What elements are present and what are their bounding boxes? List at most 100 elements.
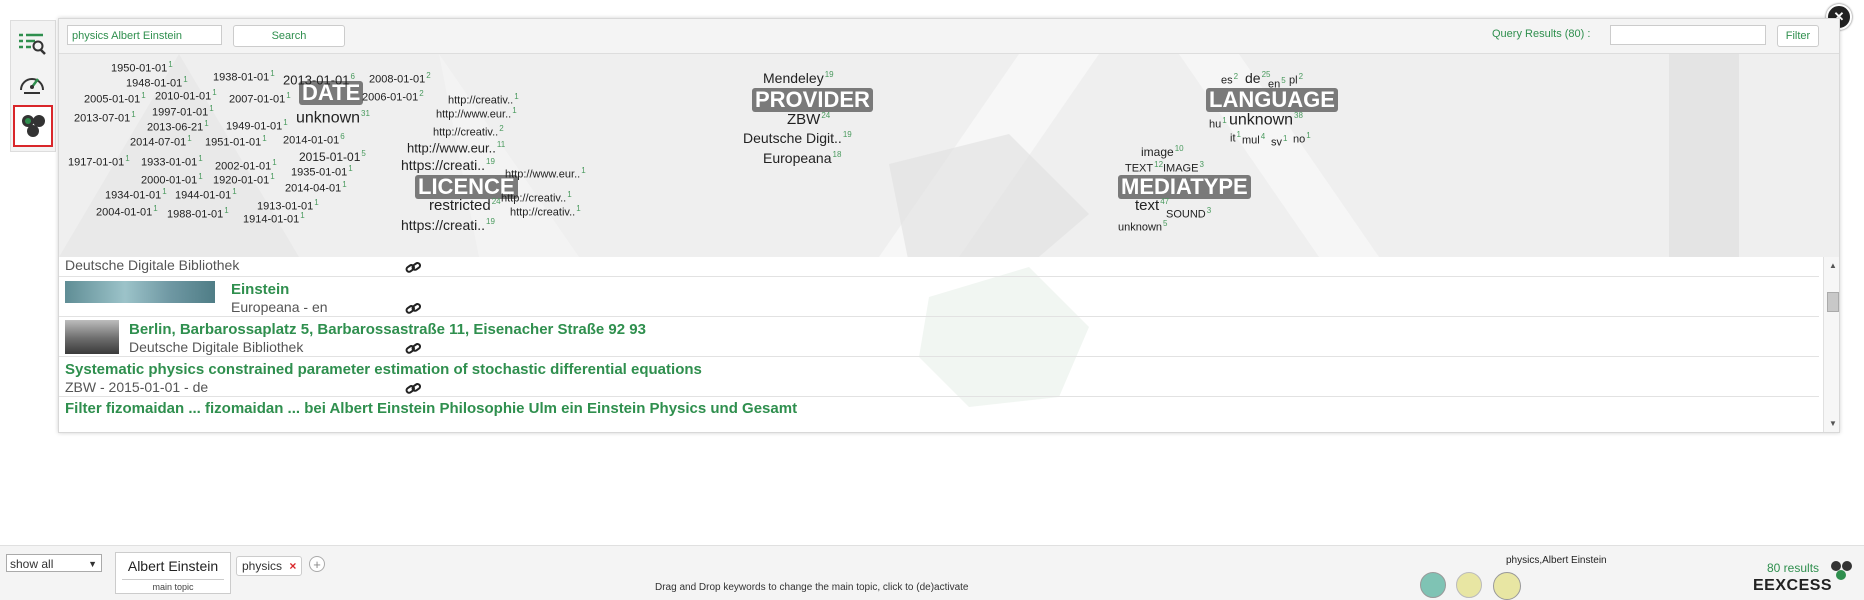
tag[interactable]: image10 xyxy=(1141,145,1184,159)
tag[interactable]: IMAGE3 xyxy=(1163,161,1204,175)
tag[interactable]: 1988-01-011 xyxy=(167,207,229,221)
tag[interactable]: 1951-01-011 xyxy=(205,135,267,149)
tag[interactable]: 1944-01-011 xyxy=(175,188,237,202)
tag[interactable]: 2013-01-016 xyxy=(283,73,355,87)
tag[interactable]: http://creativ..2 xyxy=(433,125,504,139)
link-chain-icon[interactable] xyxy=(405,302,421,316)
tag[interactable]: 2010-01-011 xyxy=(155,89,217,103)
filter-button[interactable]: Filter xyxy=(1777,25,1819,47)
tag[interactable]: en5 xyxy=(1268,77,1286,91)
tag[interactable]: 1933-01-011 xyxy=(141,155,203,169)
link-chain-icon[interactable] xyxy=(405,342,421,356)
tag[interactable]: hu1 xyxy=(1209,117,1227,131)
keyword-chip[interactable]: physics × xyxy=(236,556,303,576)
tag[interactable]: 2014-04-011 xyxy=(285,181,347,195)
scrollbar-thumb[interactable] xyxy=(1827,292,1839,312)
result-item[interactable]: Einstein Europeana - en xyxy=(59,277,1819,317)
facet-provider[interactable]: PROVIDER xyxy=(752,88,873,112)
tag[interactable]: http://creativ..1 xyxy=(510,205,581,219)
results-panel: physics Albert Einstein Search Query Res… xyxy=(58,18,1840,433)
result-title[interactable]: Systematic physics constrained parameter… xyxy=(65,361,702,378)
show-select-value: show all xyxy=(10,557,54,571)
history-dot[interactable] xyxy=(1420,572,1446,598)
main-topic-caption: main topic xyxy=(122,579,224,592)
tag[interactable]: 2013-06-211 xyxy=(147,120,209,134)
tag[interactable]: 2004-01-011 xyxy=(96,205,158,219)
result-item[interactable]: Systematic physics constrained parameter… xyxy=(59,357,1819,397)
tag[interactable]: mul4 xyxy=(1242,133,1265,147)
tag[interactable]: https://creati..19 xyxy=(401,218,495,232)
tag[interactable]: 1935-01-011 xyxy=(291,165,353,179)
tag[interactable]: 2000-01-011 xyxy=(141,173,203,187)
tag[interactable]: TEXT12 xyxy=(1125,161,1163,175)
tag[interactable]: unknown31 xyxy=(296,110,370,126)
tag[interactable]: 1913-01-011 xyxy=(257,199,319,213)
show-filter-select[interactable]: show all ▼ xyxy=(6,554,102,572)
tag[interactable]: http://www.eur..11 xyxy=(407,141,505,155)
tag[interactable]: unknown38 xyxy=(1229,112,1303,128)
tag[interactable]: 2005-01-011 xyxy=(84,92,146,106)
tag[interactable]: pl2 xyxy=(1289,73,1303,87)
search-button[interactable]: Search xyxy=(233,25,345,47)
tag[interactable]: 1920-01-011 xyxy=(213,173,275,187)
facet-mediatype[interactable]: MEDIATYPE xyxy=(1118,175,1251,199)
tag[interactable]: no1 xyxy=(1293,132,1311,146)
result-item[interactable]: Filter fizomaidan ... fizomaidan ... bei… xyxy=(59,397,1819,432)
link-chain-icon[interactable] xyxy=(405,382,421,396)
scroll-up-arrow-icon[interactable]: ▲ xyxy=(1829,261,1837,270)
tag[interactable]: http://www.eur..1 xyxy=(436,107,517,121)
tag[interactable]: es2 xyxy=(1221,73,1238,87)
facet-language[interactable]: LANGUAGE xyxy=(1206,88,1338,112)
result-item[interactable]: Deutsche Digitale Bibliothek xyxy=(59,257,1819,277)
tag[interactable]: 1948-01-011 xyxy=(126,76,188,90)
result-item[interactable]: Berlin, Barbarossaplatz 5, Barbarossastr… xyxy=(59,317,1819,357)
link-chain-icon[interactable] xyxy=(405,261,421,275)
tag[interactable]: 2006-01-012 xyxy=(362,90,424,104)
tag[interactable]: sv1 xyxy=(1271,135,1287,149)
tag[interactable]: https://creati..19 xyxy=(401,158,495,172)
history-dot-active[interactable] xyxy=(1493,572,1521,600)
add-keyword-button[interactable]: + xyxy=(309,556,325,572)
tag[interactable]: it1 xyxy=(1230,131,1241,145)
tag[interactable]: 2008-01-012 xyxy=(369,72,431,86)
tag[interactable]: Deutsche Digit..19 xyxy=(743,131,852,145)
main-topic-box[interactable]: Albert Einstein main topic xyxy=(115,552,231,594)
tag[interactable]: http://creativ..1 xyxy=(501,191,572,205)
result-title[interactable]: Filter fizomaidan ... fizomaidan ... bei… xyxy=(65,400,797,417)
tag[interactable]: restricted24 xyxy=(429,198,501,214)
tag[interactable]: 1938-01-011 xyxy=(213,70,275,84)
result-title[interactable]: Berlin, Barbarossaplatz 5, Barbarossastr… xyxy=(129,321,646,338)
tag[interactable]: ZBW24 xyxy=(787,112,830,128)
tag[interactable]: 2014-01-016 xyxy=(283,133,345,147)
tag[interactable]: http://creativ..1 xyxy=(448,93,519,107)
tag[interactable]: text47 xyxy=(1135,198,1169,214)
tag[interactable]: 1917-01-011 xyxy=(68,155,130,169)
tag[interactable]: unknown5 xyxy=(1118,220,1168,234)
tag[interactable]: http://www.eur..1 xyxy=(505,167,586,181)
tag[interactable]: 2007-01-011 xyxy=(229,92,291,106)
facet-cloud-view-button[interactable] xyxy=(13,105,53,147)
filter-input[interactable] xyxy=(1610,25,1766,45)
tag[interactable]: Mendeley19 xyxy=(763,71,834,85)
query-input[interactable]: physics Albert Einstein xyxy=(67,25,222,45)
tag[interactable]: Europeana18 xyxy=(763,151,841,165)
view-switcher xyxy=(10,20,56,152)
tag[interactable]: 1949-01-011 xyxy=(226,119,288,133)
tag[interactable]: 2015-01-015 xyxy=(299,150,366,164)
result-title[interactable]: Einstein xyxy=(231,281,289,298)
tag[interactable]: 2002-01-011 xyxy=(215,159,277,173)
tag[interactable]: 2014-07-011 xyxy=(130,135,192,149)
tag[interactable]: de25 xyxy=(1245,71,1270,85)
tag[interactable]: SOUND3 xyxy=(1166,207,1211,221)
tag[interactable]: 1950-01-011 xyxy=(111,61,173,75)
list-view-button[interactable] xyxy=(13,25,51,61)
tag[interactable]: 1997-01-011 xyxy=(152,105,214,119)
history-dot[interactable] xyxy=(1456,572,1482,598)
dashboard-view-button[interactable] xyxy=(13,65,51,101)
scroll-down-arrow-icon[interactable]: ▼ xyxy=(1829,419,1837,428)
tag[interactable]: 1914-01-011 xyxy=(243,212,305,226)
tag[interactable]: 1934-01-011 xyxy=(105,188,167,202)
result-scrollbar[interactable]: ▲ ▼ xyxy=(1823,257,1839,432)
tag[interactable]: 2013-07-011 xyxy=(74,111,136,125)
remove-keyword-icon[interactable]: × xyxy=(289,559,296,573)
